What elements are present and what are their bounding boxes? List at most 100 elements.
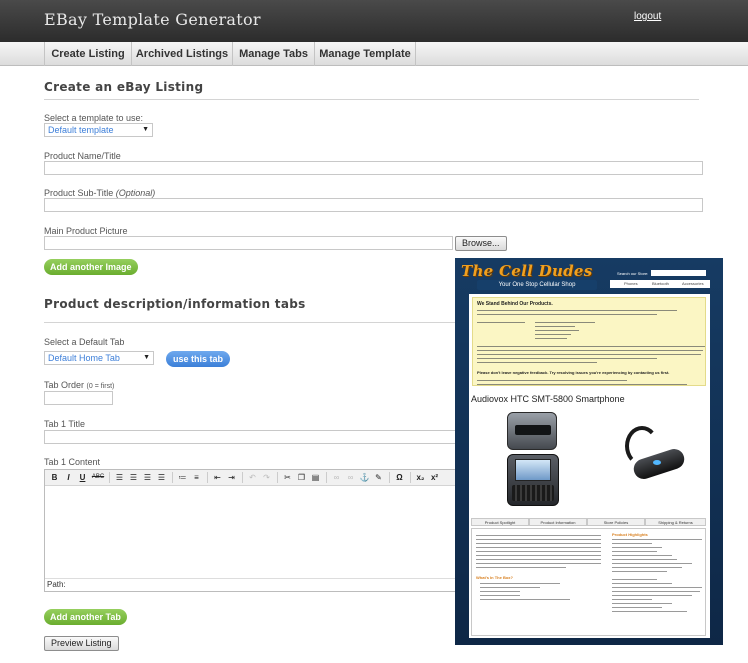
align-right-icon[interactable]: ☰ xyxy=(142,472,153,483)
align-justify-icon[interactable]: ☰ xyxy=(156,472,167,483)
description-text-line xyxy=(612,551,657,552)
notice-text-line xyxy=(535,334,571,335)
anchor-icon[interactable]: ⚓ xyxy=(359,472,370,483)
toolbar-separator xyxy=(207,472,208,483)
preview-content: We Stand Behind Our Products. Please don… xyxy=(469,294,710,638)
subtitle-label-text: Product Sub-Title xyxy=(44,188,116,198)
notice-text-line xyxy=(535,330,579,331)
chevron-down-icon: ▼ xyxy=(143,354,150,361)
phone-screen xyxy=(515,459,551,481)
link-icon[interactable]: ∞ xyxy=(331,472,342,483)
special-char-icon[interactable]: Ω xyxy=(394,472,405,483)
phone-image-closed xyxy=(507,412,557,450)
description-text-line xyxy=(612,579,657,580)
description-text-line xyxy=(612,543,652,544)
add-tab-button[interactable]: Add another Tab xyxy=(44,609,127,625)
preview-notice-box: We Stand Behind Our Products. Please don… xyxy=(472,297,706,386)
unlink-icon[interactable]: ∞ xyxy=(345,472,356,483)
indent-icon[interactable]: ⇥ xyxy=(226,472,237,483)
underline-button[interactable]: U xyxy=(77,472,88,483)
preview-tabs: Product Spotlight Product Information St… xyxy=(471,518,706,526)
description-text-line xyxy=(612,547,662,548)
toolbar-separator xyxy=(172,472,173,483)
paste-icon[interactable]: ▤ xyxy=(310,472,321,483)
nav-tab-create-listing[interactable]: Create Listing xyxy=(44,42,131,66)
description-text-line xyxy=(476,543,601,544)
strikethrough-button[interactable]: ABC xyxy=(91,472,105,483)
section-divider xyxy=(44,99,699,100)
description-text-line xyxy=(476,551,601,552)
store-tagline: Your One Stop Cellular Shop xyxy=(477,280,597,290)
notice-text-line xyxy=(477,384,687,385)
default-tab-select[interactable]: Default Home Tab ▼ xyxy=(44,351,154,365)
description-text-line xyxy=(476,563,601,564)
editor-content-area[interactable] xyxy=(45,487,455,579)
description-text-line xyxy=(612,599,652,600)
tab-order-label-text: Tab Order xyxy=(44,380,87,390)
description-text-line xyxy=(480,591,520,592)
logout-link[interactable]: logout xyxy=(634,11,661,22)
description-text-line xyxy=(476,555,601,556)
nav-tab-manage-tabs[interactable]: Manage Tabs xyxy=(232,42,314,66)
nav-tab-archived-listings[interactable]: Archived Listings xyxy=(131,42,232,66)
description-text-line xyxy=(612,603,672,604)
template-select[interactable]: Default template ▼ xyxy=(44,123,153,137)
notice-text-line xyxy=(535,322,595,323)
browse-button[interactable]: Browse... xyxy=(455,236,507,251)
tab1-title-input[interactable] xyxy=(44,430,456,444)
main-picture-file-input[interactable] xyxy=(44,236,453,250)
undo-icon[interactable]: ↶ xyxy=(247,472,258,483)
main-nav: Create Listing Archived Listings Manage … xyxy=(0,42,748,66)
store-search-box xyxy=(651,270,706,276)
whats-in-box-heading: What's In The Box? xyxy=(476,575,513,580)
outdent-icon[interactable]: ⇤ xyxy=(212,472,223,483)
nav-tab-manage-template[interactable]: Manage Template xyxy=(314,42,416,66)
default-tab-label: Select a Default Tab xyxy=(44,337,125,347)
description-text-line xyxy=(612,559,677,560)
preview-listing-button[interactable]: Preview Listing xyxy=(44,636,119,651)
notice-text-line xyxy=(477,354,701,355)
add-image-button[interactable]: Add another Image xyxy=(44,259,138,275)
phone-keyboard xyxy=(512,485,554,501)
notice-text-line xyxy=(477,358,657,359)
description-text-line xyxy=(476,539,601,540)
align-center-icon[interactable]: ☰ xyxy=(128,472,139,483)
cut-icon[interactable]: ✂ xyxy=(282,472,293,483)
main-picture-label: Main Product Picture xyxy=(44,226,128,236)
align-left-icon[interactable]: ☰ xyxy=(114,472,125,483)
chevron-down-icon: ▼ xyxy=(142,126,149,133)
preview-header: The Cell Dudes Your One Stop Cellular Sh… xyxy=(455,258,723,292)
editor-toolbar: B I U ABC ☰ ☰ ☰ ☰ ≔ ≡ ⇤ ⇥ ↶ ↷ ✂ ❐ ▤ ∞ ∞ … xyxy=(45,470,455,486)
copy-icon[interactable]: ❐ xyxy=(296,472,307,483)
cleanup-icon[interactable]: ✎ xyxy=(373,472,384,483)
optional-hint: (Optional) xyxy=(115,188,156,198)
description-text-line xyxy=(612,591,700,592)
product-subtitle-input[interactable] xyxy=(44,198,703,212)
tab-order-hint: (0 = first) xyxy=(86,383,115,390)
redo-icon[interactable]: ↷ xyxy=(261,472,272,483)
store-nav-item: Bluetooth xyxy=(652,281,669,286)
description-text-line xyxy=(612,539,702,540)
numbered-list-icon[interactable]: ≡ xyxy=(191,472,202,483)
preview-tab: Product Spotlight xyxy=(471,518,529,526)
template-label: Select a template to use: xyxy=(44,113,144,123)
bold-button[interactable]: B xyxy=(49,472,60,483)
app-title: EBay Template Generator xyxy=(44,10,261,29)
use-this-tab-button[interactable]: use this tab xyxy=(166,351,231,367)
tab-order-input[interactable] xyxy=(44,391,113,405)
listing-preview-image: The Cell Dudes Your One Stop Cellular Sh… xyxy=(455,258,723,645)
description-text-line xyxy=(480,595,520,596)
description-text-line xyxy=(476,559,601,560)
subscript-button[interactable]: x₂ xyxy=(415,472,426,483)
default-tab-select-value: Default Home Tab xyxy=(48,353,120,363)
bullet-list-icon[interactable]: ≔ xyxy=(177,472,188,483)
toolbar-separator xyxy=(242,472,243,483)
italic-button[interactable]: I xyxy=(63,472,74,483)
bluetooth-headset-image xyxy=(619,426,689,496)
phone-image-open xyxy=(507,454,559,506)
toolbar-separator xyxy=(410,472,411,483)
app-header: EBay Template Generator logout xyxy=(0,0,748,42)
page-title: Create an eBay Listing xyxy=(44,80,204,94)
product-name-input[interactable] xyxy=(44,161,703,175)
superscript-button[interactable]: x² xyxy=(429,472,440,483)
